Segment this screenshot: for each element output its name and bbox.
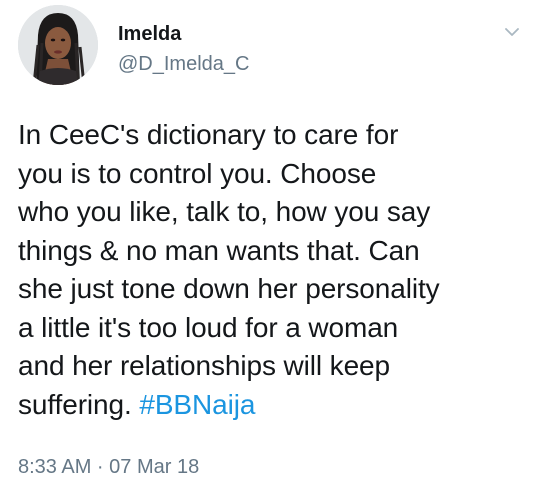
tweet-text: In CeeC's dictionary to care for you is …	[18, 116, 528, 424]
avatar[interactable]	[18, 5, 98, 85]
user-handle[interactable]: @D_Imelda_C	[118, 52, 249, 76]
chevron-down-icon[interactable]	[502, 22, 522, 42]
timestamp[interactable]: 8:33 AM · 07 Mar 18	[18, 455, 199, 479]
tweet-body: In CeeC's dictionary to care for you is …	[18, 119, 440, 420]
display-name[interactable]: Imelda	[118, 22, 181, 46]
tweet-card: Imelda @D_Imelda_C In CeeC's dictionary …	[0, 0, 540, 496]
hashtag-link[interactable]: #BBNaija	[139, 389, 255, 420]
profile-photo	[18, 5, 98, 85]
